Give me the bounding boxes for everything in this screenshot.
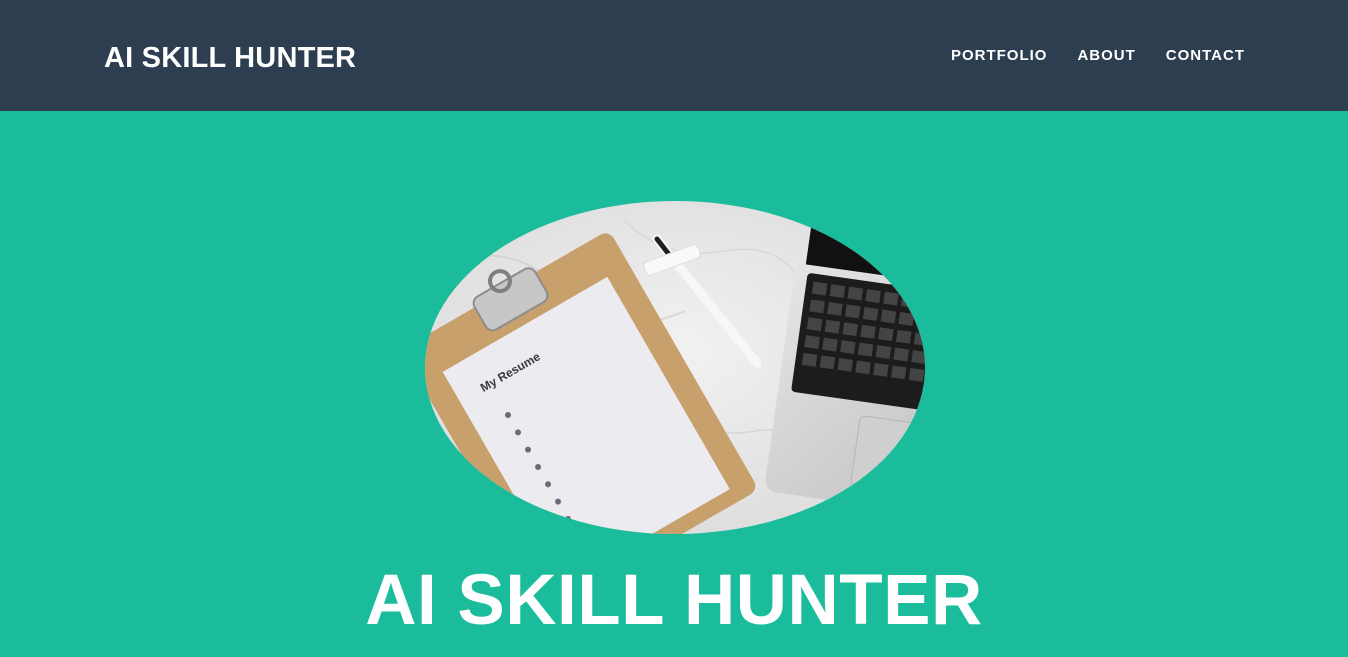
nav-link-contact[interactable]: CONTACT (1166, 47, 1245, 64)
masthead-avatar-image: My Resume (425, 201, 925, 534)
masthead: My Resume AI SKILL HUNTER (0, 111, 1348, 657)
navbar: AI SKILL HUNTER PORTFOLIO ABOUT CONTACT (0, 0, 1348, 111)
nav-link-portfolio[interactable]: PORTFOLIO (951, 47, 1048, 64)
masthead-heading: AI SKILL HUNTER (365, 561, 983, 640)
nav-link-about[interactable]: ABOUT (1077, 47, 1135, 64)
nav-menu: PORTFOLIO ABOUT CONTACT (951, 47, 1245, 64)
brand-link[interactable]: AI SKILL HUNTER (104, 42, 356, 75)
